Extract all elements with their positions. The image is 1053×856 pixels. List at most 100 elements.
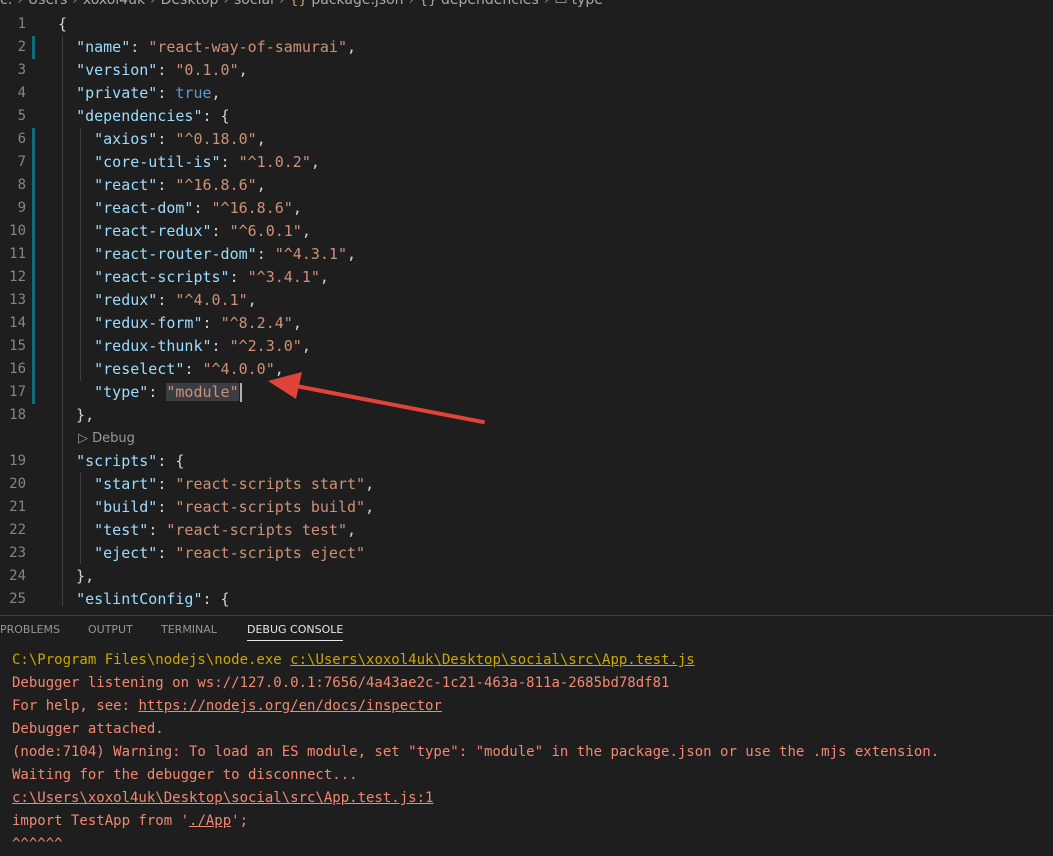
- line-number: 14: [9, 315, 26, 331]
- console-link[interactable]: ./App: [189, 813, 231, 829]
- breadcrumb-item[interactable]: Users: [28, 0, 67, 8]
- code-line[interactable]: 13 "redux": "^4.0.1",: [0, 289, 1053, 312]
- debug-codelens[interactable]: ▷ Debug: [78, 429, 135, 449]
- code-line[interactable]: 19 "scripts": {: [0, 450, 1053, 473]
- console-line: c:\Users\xoxol4uk\Desktop\social\src\App…: [12, 787, 433, 810]
- code-line[interactable]: 18 },: [0, 404, 1053, 427]
- code-line[interactable]: 6 "axios": "^0.18.0",: [0, 128, 1053, 151]
- code-line[interactable]: 1{: [0, 13, 1053, 36]
- breadcrumb-item[interactable]: xoxol4uk: [83, 0, 145, 8]
- code-token: "react-redux": [94, 222, 212, 240]
- code-line[interactable]: 17 "type": "module": [0, 381, 1053, 404]
- code-line[interactable]: 4 "private": true,: [0, 82, 1053, 105]
- code-line[interactable]: 22 "test": "react-scripts test",: [0, 519, 1053, 542]
- breadcrumb-separator-icon: ›: [17, 0, 24, 8]
- line-number: 5: [17, 108, 26, 124]
- code-line[interactable]: 23 "eject": "react-scripts eject": [0, 542, 1053, 565]
- code-line[interactable]: 16 "reselect": "^4.0.0",: [0, 358, 1053, 381]
- line-number: 8: [17, 177, 26, 193]
- code-token: :: [130, 38, 149, 56]
- code-text: "redux": "^4.0.1",: [58, 289, 257, 312]
- code-token: :: [220, 153, 239, 171]
- code-token: ,: [292, 199, 302, 217]
- breadcrumb-item[interactable]: social: [234, 0, 274, 8]
- code-line[interactable]: 12 "react-scripts": "^3.4.1",: [0, 266, 1053, 289]
- tab-terminal[interactable]: TERMINAL: [161, 620, 217, 640]
- breadcrumb-separator-icon: ›: [223, 0, 230, 8]
- code-line[interactable]: 10 "react-redux": "^6.0.1",: [0, 220, 1053, 243]
- code-line[interactable]: 8 "react": "^16.8.6",: [0, 174, 1053, 197]
- code-line[interactable]: 11 "react-router-dom": "^4.3.1",: [0, 243, 1053, 266]
- code-token: "version": [76, 61, 158, 79]
- code-line[interactable]: 7 "core-util-is": "^1.0.2",: [0, 151, 1053, 174]
- code-token: ,: [247, 291, 257, 309]
- code-token: ,: [365, 475, 375, 493]
- breadcrumb-item[interactable]: dependencies: [441, 0, 539, 8]
- code-editor[interactable]: 1{2 "name": "react-way-of-samurai", 3 "ve…: [0, 13, 1053, 615]
- breadcrumb-item[interactable]: c:: [0, 0, 12, 8]
- code-line[interactable]: 20 "start": "react-scripts start",: [0, 473, 1053, 496]
- code-token: "private": [76, 84, 158, 102]
- line-number: 19: [9, 453, 26, 469]
- line-number: 9: [17, 200, 26, 216]
- line-number: 21: [9, 499, 26, 515]
- code-token: "0.1.0": [175, 61, 239, 79]
- code-token: :: [211, 337, 230, 355]
- code-line[interactable]: 14 "redux-form": "^8.2.4",: [0, 312, 1053, 335]
- code-text: "axios": "^0.18.0",: [58, 128, 266, 151]
- breadcrumb-separator-icon: ›: [72, 0, 78, 8]
- code-text: "dependencies": {: [58, 105, 230, 128]
- code-token: :: [157, 130, 176, 148]
- code-token: : {: [202, 107, 230, 125]
- code-text: "react": "^16.8.6",: [58, 174, 266, 197]
- code-line[interactable]: 24 },: [0, 565, 1053, 588]
- code-token: :: [157, 544, 176, 562]
- code-token: ,: [238, 61, 248, 79]
- code-token: "^16.8.6": [211, 199, 293, 217]
- code-token: ,: [319, 268, 329, 286]
- console-link[interactable]: c:\Users\xoxol4uk\Desktop\social\src\App…: [290, 652, 695, 668]
- code-token: "^16.8.6": [175, 176, 257, 194]
- code-token: "react-scripts": [94, 268, 230, 286]
- code-token: :: [184, 360, 203, 378]
- tab-debug-console[interactable]: DEBUG CONSOLE: [247, 620, 344, 641]
- code-line[interactable]: 2 "name": "react-way-of-samurai",: [0, 36, 1053, 59]
- code-token: "react-way-of-samurai": [148, 38, 347, 56]
- console-link[interactable]: c:\Users\xoxol4uk\Desktop\social\src\App…: [12, 790, 433, 806]
- line-number: 25: [9, 591, 26, 607]
- string-symbol-icon: ▭: [554, 0, 568, 8]
- code-line[interactable]: 9 "react-dom": "^16.8.6",: [0, 197, 1053, 220]
- console-link[interactable]: https://nodejs.org/en/docs/inspector: [138, 698, 441, 714]
- code-token: "scripts": [76, 452, 158, 470]
- breadcrumb-item[interactable]: type: [572, 0, 603, 8]
- breadcrumb-item[interactable]: Desktop: [161, 0, 219, 8]
- code-token: ,: [256, 176, 266, 194]
- code-text: "scripts": {: [58, 450, 184, 473]
- code-token: "start": [94, 475, 158, 493]
- console-line: (node:7104) Warning: To load an ES modul…: [12, 741, 939, 764]
- console-text: import TestApp from ': [12, 813, 190, 829]
- code-token: "react-scripts build": [175, 498, 366, 516]
- tab-output[interactable]: OUTPUT: [88, 620, 133, 640]
- breadcrumb-item[interactable]: package.json: [311, 0, 403, 8]
- code-line[interactable]: 21 "build": "react-scripts build",: [0, 496, 1053, 519]
- code-text: "private": true,: [58, 82, 221, 105]
- line-number: 4: [17, 85, 26, 101]
- code-token: "redux-thunk": [94, 337, 212, 355]
- code-line[interactable]: 25 "eslintConfig": {: [0, 588, 1053, 611]
- code-line[interactable]: 3 "version": "0.1.0",: [0, 59, 1053, 82]
- code-text: "test": "react-scripts test",: [58, 519, 356, 542]
- code-token: "redux-form": [94, 314, 203, 332]
- code-line[interactable]: 15 "redux-thunk": "^2.3.0",: [0, 335, 1053, 358]
- line-number: 2: [17, 39, 26, 55]
- code-token: :: [256, 245, 275, 263]
- code-line[interactable]: 5 "dependencies": {: [0, 105, 1053, 128]
- code-token: "react": [94, 176, 158, 194]
- tab-problems[interactable]: PROBLEMS: [0, 620, 60, 640]
